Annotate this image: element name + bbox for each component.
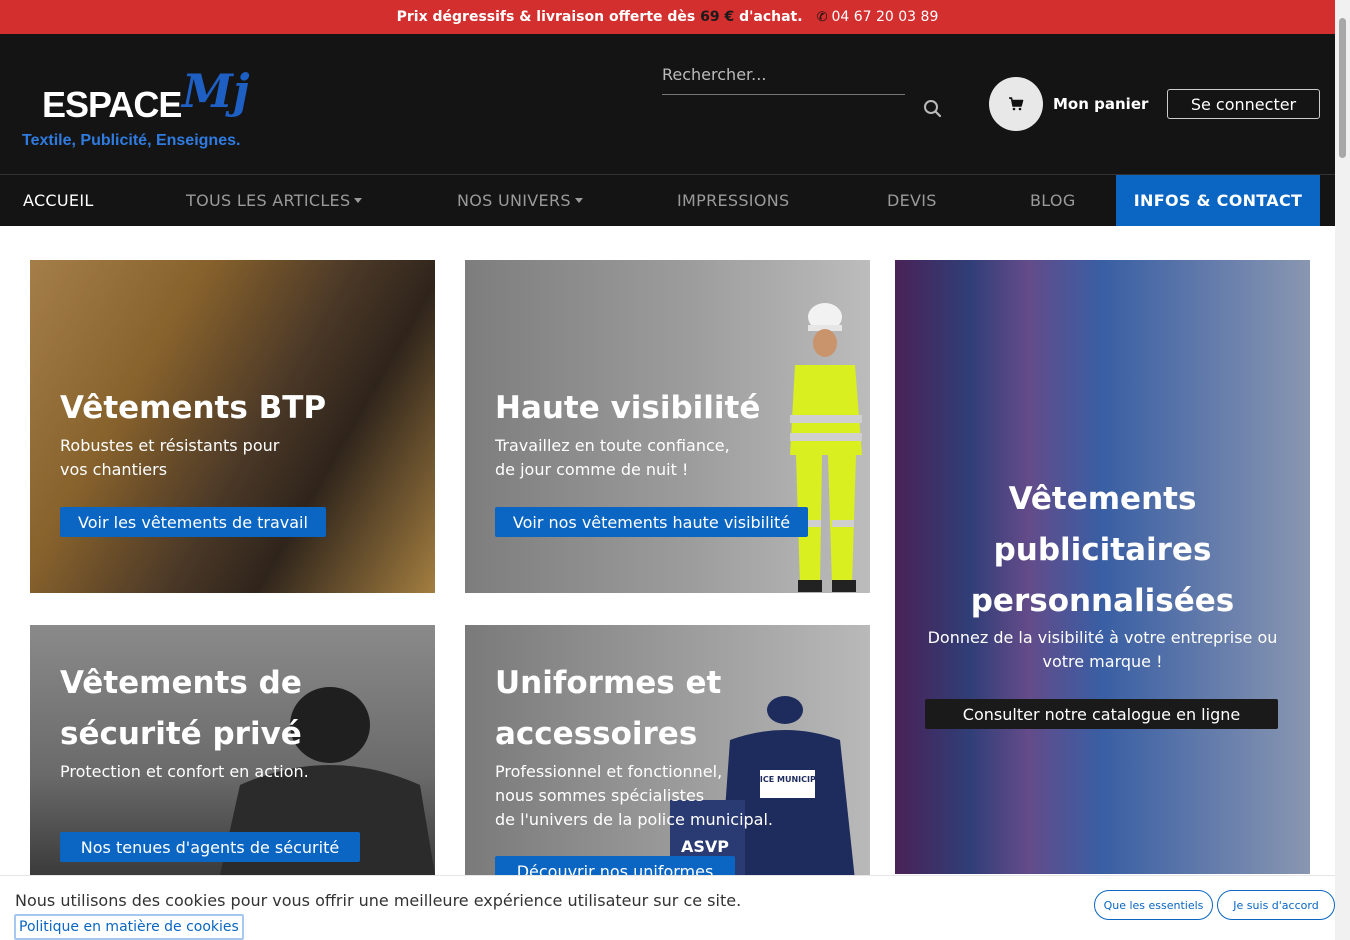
card-btp[interactable]: Vêtements BTP Robustes et résistants pou… bbox=[30, 260, 435, 593]
card-title: Vêtements BTP bbox=[60, 390, 327, 426]
card-text-line: Donnez de la visibilité à votre entrepri… bbox=[927, 628, 1278, 647]
cart-button[interactable] bbox=[989, 77, 1043, 131]
essential-cookies-button[interactable]: Que les essentiels bbox=[1094, 890, 1213, 920]
page-scrollbar[interactable] bbox=[1335, 0, 1350, 940]
promo-prefix: Prix dégressifs & livraison offerte dès bbox=[396, 9, 696, 25]
nav-item-articles[interactable]: TOUS LES ARTICLES bbox=[186, 175, 363, 226]
asvp-badge-text: ASVP bbox=[681, 837, 729, 856]
hi-vis-cta-button[interactable]: Voir nos vêtements haute visibilité bbox=[495, 507, 808, 537]
logo-brand: ESPACE bbox=[42, 84, 182, 125]
nav-item-impressions[interactable]: IMPRESSIONS bbox=[677, 175, 789, 226]
card-vetements-publicitaires[interactable]: Vêtements publicitaires personnalisées D… bbox=[895, 260, 1310, 874]
nav-item-label: BLOG bbox=[1030, 191, 1076, 210]
card-text: Donnez de la visibilité à votre entrepri… bbox=[895, 626, 1310, 674]
card-title-line: Vêtements de bbox=[60, 665, 302, 701]
cart-icon bbox=[1009, 97, 1024, 111]
logo-tagline: Textile, Publicité, Enseignes. bbox=[22, 132, 241, 149]
card-text: Travaillez en toute confiance, de jour c… bbox=[495, 434, 730, 482]
promo-text: Prix dégressifs & livraison offerte dès … bbox=[397, 9, 803, 25]
card-securite-prive[interactable]: Vêtements de sécurité privé Protection e… bbox=[30, 625, 435, 875]
search-box bbox=[662, 55, 905, 95]
main-nav: ACCUEIL TOUS LES ARTICLES NOS UNIVERS IM… bbox=[0, 174, 1335, 226]
btp-cta-button[interactable]: Voir les vêtements de travail bbox=[60, 507, 326, 537]
scrollbar-thumb[interactable] bbox=[1339, 18, 1346, 158]
catalogue-cta-button[interactable]: Consulter notre catalogue en ligne bbox=[925, 699, 1278, 729]
uniforms-cta-button[interactable]: Découvrir nos uniformes bbox=[495, 856, 735, 875]
card-title: Haute visibilité bbox=[495, 390, 761, 426]
site-logo[interactable]: ESPACE Mj Textile, Publicité, Enseignes. bbox=[22, 64, 272, 154]
phone-link[interactable]: ✆ 04 67 20 03 89 bbox=[817, 9, 939, 25]
security-cta-button[interactable]: Nos tenues d'agents de sécurité bbox=[60, 832, 360, 862]
nav-item-contact[interactable]: INFOS & CONTACT bbox=[1116, 175, 1320, 226]
search-button[interactable] bbox=[920, 96, 946, 122]
phone-number: 04 67 20 03 89 bbox=[831, 9, 939, 25]
cookie-policy-link[interactable]: Politique en matière de cookies bbox=[14, 914, 244, 940]
card-text: Robustes et résistants pour vos chantier… bbox=[60, 434, 279, 482]
nav-item-label: TOUS LES ARTICLES bbox=[186, 191, 351, 210]
search-input[interactable] bbox=[662, 55, 905, 94]
login-button[interactable]: Se connecter bbox=[1167, 89, 1320, 119]
nav-item-label: ACCUEIL bbox=[23, 191, 94, 210]
card-text-line: Travaillez en toute confiance, bbox=[495, 436, 730, 455]
card-text-line: Professionnel et fonctionnel, bbox=[495, 762, 723, 781]
card-title-line: publicitaires bbox=[993, 532, 1212, 568]
promo-suffix: d'achat. bbox=[739, 9, 803, 25]
promo-bar: Prix dégressifs & livraison offerte dès … bbox=[0, 0, 1335, 34]
cookie-message: Nous utilisons des cookies pour vous off… bbox=[15, 891, 742, 910]
card-title: Vêtements de sécurité privé bbox=[60, 658, 302, 760]
cart-label[interactable]: Mon panier bbox=[1053, 95, 1148, 113]
logo-mark: Mj bbox=[182, 64, 250, 118]
card-title-line: accessoires bbox=[495, 716, 698, 752]
card-text: Professionnel et fonctionnel, nous somme… bbox=[495, 760, 773, 832]
card-text-line: vos chantiers bbox=[60, 460, 168, 479]
card-title: Vêtements publicitaires personnalisées bbox=[895, 474, 1310, 627]
card-title-line: personnalisées bbox=[970, 583, 1235, 619]
nav-item-label: NOS UNIVERS bbox=[457, 191, 571, 210]
nav-item-label: DEVIS bbox=[887, 191, 937, 210]
card-title: Uniformes et accessoires bbox=[495, 658, 721, 760]
nav-item-devis[interactable]: DEVIS bbox=[887, 175, 937, 226]
accept-cookies-button[interactable]: Je suis d'accord bbox=[1217, 890, 1335, 920]
caret-down-icon bbox=[354, 198, 363, 203]
card-haute-visibilite[interactable]: Haute visibilité Travaillez en toute con… bbox=[465, 260, 870, 593]
search-icon bbox=[924, 100, 942, 118]
cookie-banner: Nous utilisons des cookies pour vous off… bbox=[0, 875, 1350, 940]
card-uniformes[interactable]: POLICE MUNICIPALE ASVP Uniformes et acce… bbox=[465, 625, 870, 875]
nav-item-univers[interactable]: NOS UNIVERS bbox=[457, 175, 583, 226]
nav-item-blog[interactable]: BLOG bbox=[1030, 175, 1076, 226]
card-text-line: de jour comme de nuit ! bbox=[495, 460, 689, 479]
phone-icon: ✆ bbox=[816, 10, 828, 25]
card-text: Protection et confort en action. bbox=[60, 762, 309, 781]
card-text-line: votre marque ! bbox=[1042, 652, 1163, 671]
promo-price: 69 € bbox=[700, 9, 735, 25]
card-title-line: Uniformes et bbox=[495, 665, 722, 701]
caret-down-icon bbox=[574, 198, 583, 203]
nav-item-accueil[interactable]: ACCUEIL bbox=[23, 175, 94, 226]
nav-item-label: IMPRESSIONS bbox=[677, 191, 790, 210]
hi-vis-worker-illustration bbox=[790, 303, 862, 592]
card-text-line: de l'univers de la police municipal. bbox=[495, 810, 773, 829]
card-text-line: Robustes et résistants pour bbox=[60, 436, 280, 455]
card-text-line: nous sommes spécialistes bbox=[495, 786, 705, 805]
card-title-line: Vêtements bbox=[1008, 481, 1197, 517]
card-title-line: sécurité privé bbox=[60, 716, 302, 752]
